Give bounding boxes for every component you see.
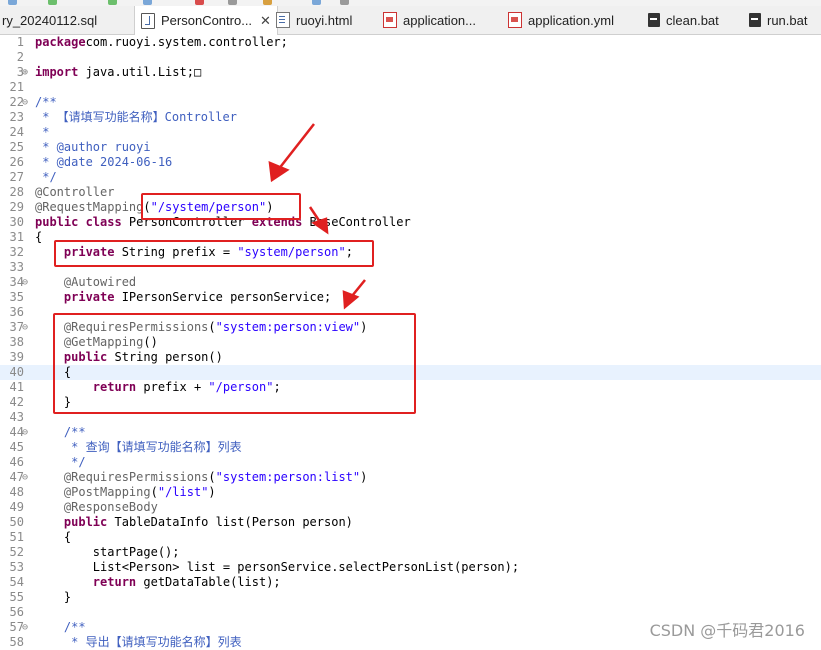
arrow-head-icon (311, 217, 329, 235)
watermark: CSDN @千码君2016 (649, 621, 805, 640)
arrow-to-prefix (308, 206, 322, 223)
arrow-head-icon (342, 290, 360, 310)
arrow-to-method (351, 279, 366, 297)
arrow-to-mapping (277, 123, 315, 171)
arrow-head-icon (268, 161, 290, 183)
annotation-arrows (268, 123, 366, 310)
